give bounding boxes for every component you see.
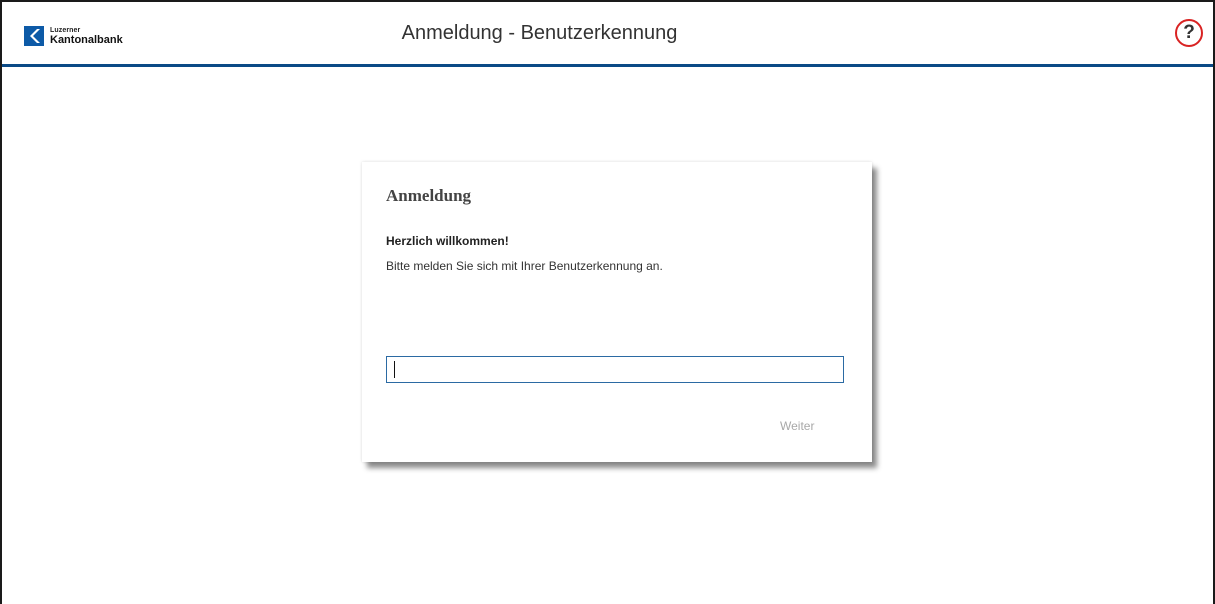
card-title: Anmeldung xyxy=(386,186,472,205)
instruction-text: Bitte melden Sie sich mit Ihrer Benutzer… xyxy=(386,259,663,273)
username-input[interactable] xyxy=(386,356,844,383)
page-title: Anmeldung - Benutzerkennung xyxy=(401,22,678,44)
top-header: Luzerner Kantonalbank Anmeldung - Benutz… xyxy=(2,2,1213,67)
login-card: Anmeldung Herzlich willkommen! Bitte mel… xyxy=(362,162,872,462)
question-mark-icon: ? xyxy=(1183,22,1195,43)
next-button[interactable]: Weiter xyxy=(780,419,814,433)
browser-frame: Luzerner Kantonalbank Anmeldung - Benutz… xyxy=(0,0,1215,604)
text-caret xyxy=(394,361,395,378)
welcome-text: Herzlich willkommen! xyxy=(386,234,509,248)
help-button[interactable]: ? xyxy=(1175,19,1203,47)
